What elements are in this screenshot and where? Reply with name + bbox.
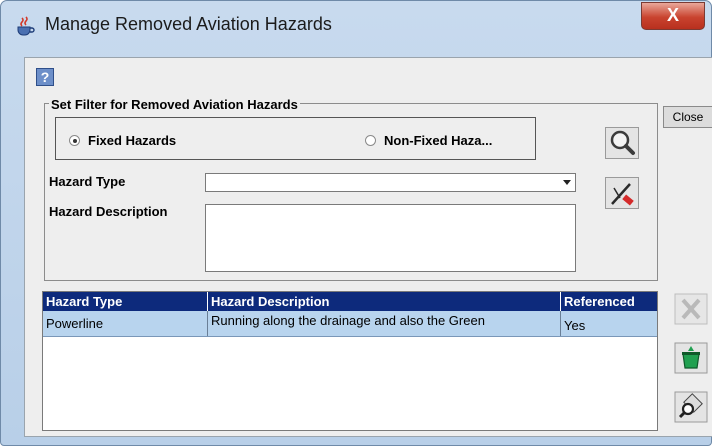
- table-header: Hazard Type Hazard Description Reference…: [43, 292, 657, 311]
- hazard-description-input[interactable]: [205, 204, 576, 272]
- cell-hazard-type: Powerline: [43, 311, 208, 336]
- svg-text:?: ?: [41, 69, 50, 85]
- column-header-referenced[interactable]: Referenced: [561, 292, 657, 311]
- hazard-type-select[interactable]: [205, 173, 576, 192]
- filter-legend: Set Filter for Removed Aviation Hazards: [49, 97, 300, 112]
- column-header-hazard-description[interactable]: Hazard Description: [208, 292, 561, 311]
- chevron-down-icon[interactable]: [563, 180, 571, 185]
- window-title: Manage Removed Aviation Hazards: [45, 14, 332, 34]
- hazard-description-label: Hazard Description: [49, 204, 168, 219]
- view-details-button[interactable]: [674, 391, 708, 423]
- radio-dot-selected: [69, 135, 80, 146]
- magnifier-search-icon: [606, 130, 638, 162]
- non-fixed-hazards-radio[interactable]: Non-Fixed Haza...: [365, 133, 492, 148]
- title-bar[interactable]: Manage Removed Aviation Hazards X: [1, 1, 711, 43]
- window: Manage Removed Aviation Hazards X ? Set …: [0, 0, 712, 446]
- help-icon[interactable]: ?: [36, 68, 54, 86]
- window-close-button[interactable]: X: [641, 2, 705, 30]
- non-fixed-hazards-label: Non-Fixed Haza...: [384, 133, 493, 148]
- restore-button[interactable]: [674, 342, 708, 374]
- cell-hazard-description: Running along the drainage and also the …: [208, 311, 561, 336]
- cell-referenced: Yes: [564, 318, 586, 333]
- hazards-table: Hazard Type Hazard Description Reference…: [42, 291, 658, 431]
- view-details-icon: [674, 391, 708, 427]
- search-button[interactable]: [605, 127, 639, 159]
- table-row[interactable]: Powerline Running along the drainage and…: [43, 311, 657, 337]
- restore-bin-icon: [674, 342, 708, 378]
- hazard-type-label: Hazard Type: [49, 174, 126, 189]
- delete-button[interactable]: [674, 293, 708, 325]
- clear-filter-button[interactable]: [605, 177, 639, 209]
- fixed-hazards-radio[interactable]: Fixed Hazards: [69, 133, 176, 148]
- column-header-hazard-type[interactable]: Hazard Type: [43, 292, 208, 311]
- dialog-client-area: ? Set Filter for Removed Aviation Hazard…: [24, 57, 712, 437]
- eraser-clear-icon: [606, 183, 638, 212]
- fixed-hazards-label: Fixed Hazards: [88, 133, 177, 148]
- java-coffee-icon: [14, 15, 36, 37]
- close-button[interactable]: Close: [663, 106, 712, 128]
- radio-dot: [365, 135, 376, 146]
- delete-x-icon: [674, 293, 708, 329]
